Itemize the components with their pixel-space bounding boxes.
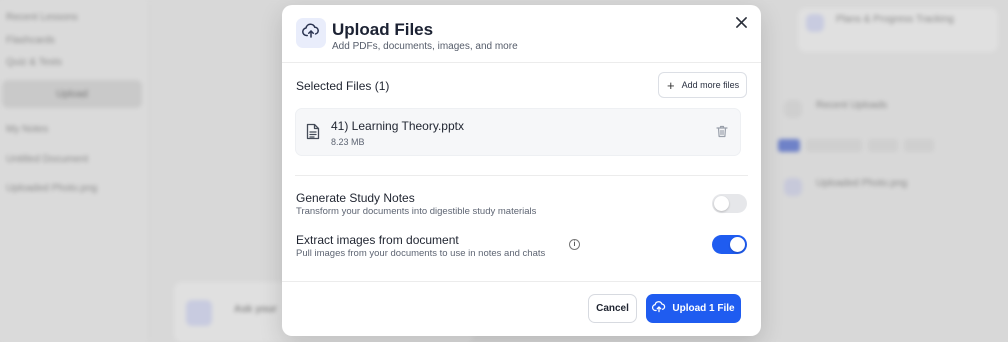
file-size: 8.23 MB: [331, 137, 365, 147]
background-chip: [904, 139, 934, 152]
toggle-knob: [714, 196, 729, 211]
close-icon: [735, 15, 747, 33]
background-chip: [868, 139, 898, 152]
background-bottom-card-title: Ask your: [234, 304, 277, 315]
background-card-icon: [806, 14, 824, 32]
extract-images-description: Pull images from your documents to use i…: [296, 248, 546, 259]
file-name: 41) Learning Theory.pptx: [331, 119, 464, 133]
footer-divider: [282, 281, 761, 282]
cloud-upload-icon: [652, 301, 672, 316]
upload-files-dialog: Upload Files Add PDFs, documents, images…: [282, 5, 761, 336]
background-card-title: Recent Uploads: [816, 100, 888, 111]
dialog-title: Upload Files: [332, 20, 434, 39]
background-doc-item: Uploaded Photo.png: [6, 183, 98, 194]
close-button[interactable]: [731, 14, 751, 34]
extract-images-toggle[interactable]: [712, 235, 747, 254]
background-bottom-card-icon: [186, 300, 212, 326]
generate-study-notes-title: Generate Study Notes: [296, 191, 415, 205]
background-chip: [778, 139, 800, 152]
add-more-files-label: Add more files: [681, 80, 740, 90]
background-card-title: Plans & Progress Tracking: [836, 14, 954, 25]
background-card-title: Uploaded Photo.png: [816, 178, 908, 189]
document-icon: [306, 123, 322, 141]
background-card-icon: [784, 100, 802, 118]
header-icon-container: [296, 18, 326, 48]
selected-files-label: Selected Files (1): [296, 79, 390, 93]
background-sidebar-item: Flashcards: [6, 35, 55, 46]
plus-icon: +: [667, 77, 675, 93]
cloud-upload-icon: [302, 22, 320, 44]
background-sidebar: Recent Lessons Flashcards Quiz & Tests U…: [0, 0, 150, 342]
background-sidebar-item: Recent Lessons: [6, 12, 78, 23]
section-divider: [295, 175, 748, 176]
toggle-knob: [730, 237, 745, 252]
background-sidebar-item: Quiz & Tests: [6, 57, 62, 68]
extract-images-title: Extract images from document: [296, 233, 459, 247]
upload-file-button[interactable]: Upload 1 File: [646, 294, 741, 323]
background-upload-button: Upload: [2, 80, 142, 108]
dialog-subtitle: Add PDFs, documents, images, and more: [332, 41, 518, 52]
dialog-header: Upload Files Add PDFs, documents, images…: [282, 5, 761, 63]
background-doc-item: Untitled Document: [6, 154, 89, 165]
background-chip: [806, 139, 862, 152]
info-icon[interactable]: i: [569, 239, 580, 250]
upload-file-label: Upload 1 File: [672, 303, 735, 314]
background-notes-label: My Notes: [6, 124, 49, 135]
cancel-button[interactable]: Cancel: [588, 294, 637, 323]
background-card-icon: [784, 178, 802, 196]
trash-icon[interactable]: [716, 125, 730, 141]
selected-file-item: 41) Learning Theory.pptx 8.23 MB: [295, 108, 741, 156]
generate-study-notes-description: Transform your documents into digestible…: [296, 206, 537, 217]
add-more-files-button[interactable]: + Add more files: [658, 72, 747, 98]
generate-study-notes-toggle[interactable]: [712, 194, 747, 213]
